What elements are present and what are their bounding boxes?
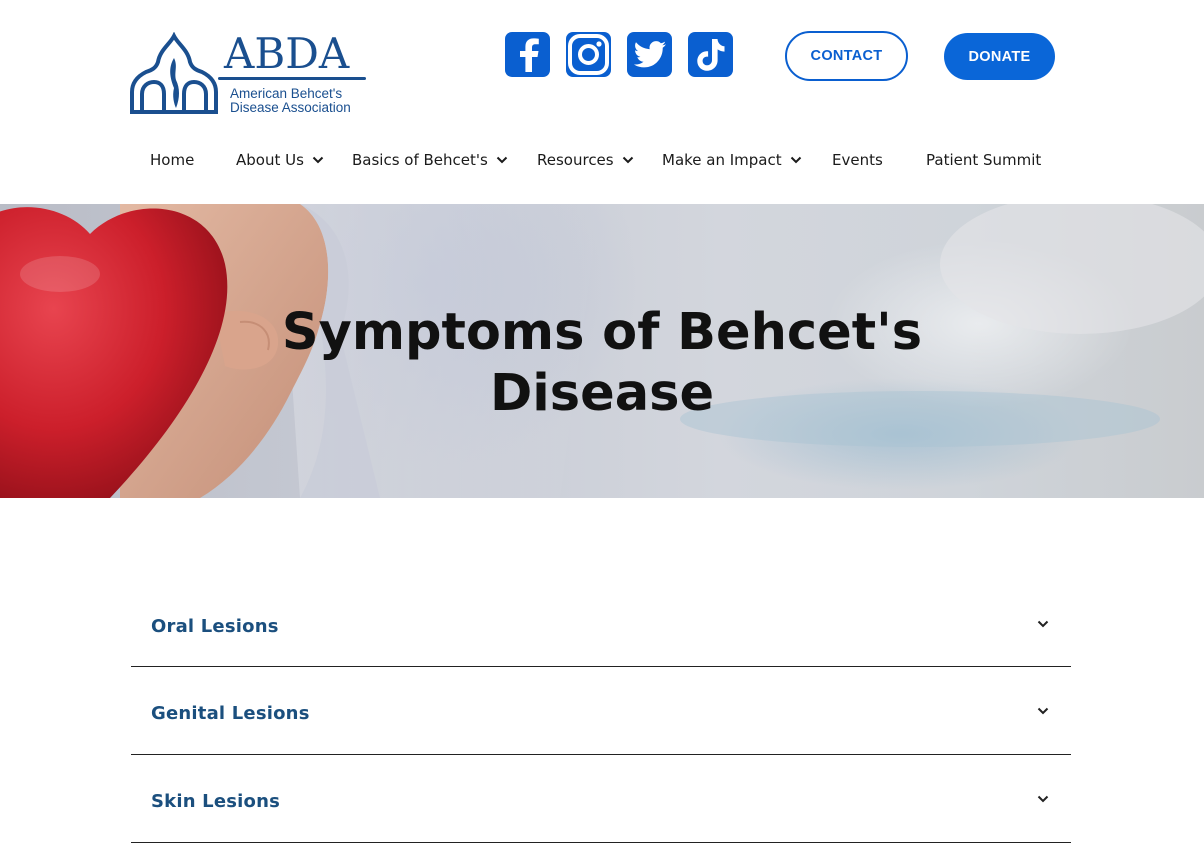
facebook-link[interactable] (505, 32, 550, 77)
nav-item-label: Resources (537, 151, 614, 169)
chevron-down-icon (312, 156, 324, 164)
donate-button[interactable]: DONATE (944, 33, 1055, 80)
hero-banner: Symptoms of Behcet's Disease (0, 204, 1204, 498)
accordion-item-skin-lesions[interactable]: Skin Lesions (131, 755, 1071, 843)
chevron-down-icon (622, 156, 633, 164)
chevron-down-icon (1037, 620, 1049, 628)
symptoms-accordion: Oral Lesions Genital Lesions Skin Lesion… (131, 580, 1071, 843)
nav-item-label: Basics of Behcet's (352, 151, 488, 169)
nav-item-basics-of-behcets[interactable]: Basics of Behcet's (352, 146, 508, 174)
nav-item-label: Home (150, 151, 195, 169)
tiktok-icon (696, 38, 724, 71)
logo-mark-icon (130, 32, 218, 114)
nav-item-label: Make an Impact (662, 151, 782, 169)
page-title-line1: Symptoms of Behcet's (281, 303, 923, 362)
accordion-item-label: Oral Lesions (151, 616, 279, 637)
nav-item-label: Events (832, 151, 883, 169)
logo-subtitle-line2: Disease Association (230, 100, 351, 115)
nav-item-make-an-impact[interactable]: Make an Impact (662, 146, 802, 174)
nav-item-patient-summit[interactable]: Patient Summit (926, 146, 1041, 174)
chevron-down-icon (496, 156, 508, 164)
facebook-icon (519, 37, 539, 72)
page-title: Symptoms of Behcet's Disease (0, 302, 1204, 424)
nav-item-events[interactable]: Events (832, 146, 883, 174)
logo-abbreviation: ABDA (224, 29, 350, 78)
nav-item-label: Patient Summit (926, 151, 1042, 169)
nav-item-home[interactable]: Home (150, 146, 194, 174)
nav-item-about-us[interactable]: About Us (236, 146, 324, 174)
twitter-icon (633, 40, 666, 67)
twitter-link[interactable] (627, 32, 672, 77)
accordion-item-oral-lesions[interactable]: Oral Lesions (131, 580, 1071, 667)
nav-item-label: About Us (236, 151, 304, 169)
accordion-item-label: Genital Lesions (151, 703, 310, 724)
accordion-item-label: Skin Lesions (151, 791, 281, 812)
nav-item-resources[interactable]: Resources (537, 146, 634, 174)
contact-button[interactable]: CONTACT (785, 31, 908, 81)
chevron-down-icon (1037, 795, 1049, 803)
logo-rule (218, 77, 366, 80)
instagram-icon (568, 34, 609, 75)
accordion-item-genital-lesions[interactable]: Genital Lesions (131, 667, 1071, 755)
instagram-link[interactable] (566, 32, 611, 77)
abda-logo[interactable]: ABDA American Behcet's Disease Associati… (130, 30, 370, 120)
site-header: ABDA American Behcet's Disease Associati… (0, 0, 1204, 204)
chevron-down-icon (790, 156, 801, 164)
page-title-line2: Disease (489, 364, 715, 423)
chevron-down-icon (1037, 707, 1049, 715)
main-nav: Home About Us Basics of Behcet's Resourc… (0, 146, 1204, 174)
tiktok-link[interactable] (688, 32, 733, 77)
logo-subtitle-line1: American Behcet's (230, 86, 343, 101)
